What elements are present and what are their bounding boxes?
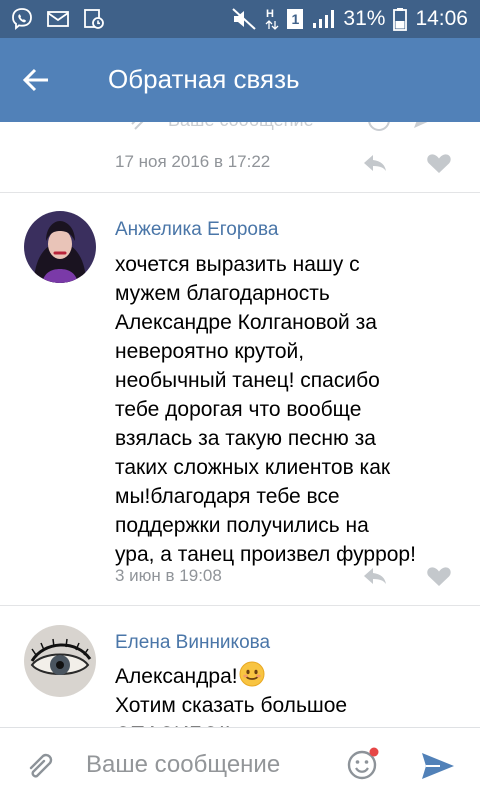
message-icon <box>47 11 69 27</box>
send-button[interactable] <box>420 750 456 782</box>
arrow-back-icon <box>22 68 48 92</box>
comment-date: 3 июн в 19:08 <box>115 566 222 585</box>
battery-percent: 31% <box>343 7 386 30</box>
like-icon[interactable] <box>426 565 452 587</box>
comment-text: Александра! Хотим сказать большое СПАСИБО… <box>115 661 465 727</box>
comment-text-rest: Хотим сказать большое СПАСИБО!! <box>115 694 348 727</box>
comments-feed[interactable]: Ваше сообщение 17 ноя 2016 в 17:22 Анжел… <box>0 122 480 727</box>
avatar[interactable] <box>24 625 96 697</box>
like-icon[interactable] <box>426 152 452 174</box>
clock: 14:06 <box>415 7 468 30</box>
reply-icon[interactable] <box>362 565 388 587</box>
avatar-photo-icon <box>24 211 96 283</box>
clip-icon <box>131 122 144 130</box>
attach-button[interactable] <box>24 748 58 782</box>
comment-date: 17 ноя 2016 в 17:22 <box>115 152 271 171</box>
ghost-placeholder: Ваше сообщение <box>168 122 314 131</box>
back-button[interactable] <box>12 56 60 104</box>
status-bar: H 1 31% 14:06 <box>0 0 480 38</box>
comment-author[interactable]: Анжелика Егорова <box>115 219 278 241</box>
battery-icon <box>393 8 408 31</box>
clock-calendar-icon <box>84 9 104 29</box>
data-arrows-icon: H <box>265 8 279 30</box>
send-icon <box>414 122 428 128</box>
signal-icon <box>313 10 335 28</box>
divider <box>0 192 480 193</box>
app-bar: Обратная связь <box>0 38 480 122</box>
notification-icons <box>10 7 106 31</box>
divider <box>0 605 480 606</box>
comment-text-line: Александра! <box>115 665 238 688</box>
smile-emoji-icon <box>239 661 265 687</box>
comment-author[interactable]: Елена Винникова <box>115 632 270 654</box>
page-title: Обратная связь <box>108 64 300 94</box>
avatar-photo-icon <box>24 625 96 697</box>
status-indicators: H 1 31% 14:06 <box>231 0 468 38</box>
reply-icon[interactable] <box>362 152 388 174</box>
comment-text: хочется выразить нашу с мужем благодарно… <box>115 253 416 566</box>
viber-icon <box>12 8 32 30</box>
message-composer <box>0 727 480 800</box>
message-input[interactable] <box>86 748 326 782</box>
mute-icon <box>232 8 257 30</box>
previous-comment-remnant: Ваше сообщение <box>0 122 480 132</box>
sim-badge: 1 <box>287 9 304 29</box>
avatar[interactable] <box>24 211 96 283</box>
emoji-icon <box>368 122 390 131</box>
svg-text:H: H <box>266 8 274 20</box>
emoji-button[interactable] <box>345 746 381 782</box>
